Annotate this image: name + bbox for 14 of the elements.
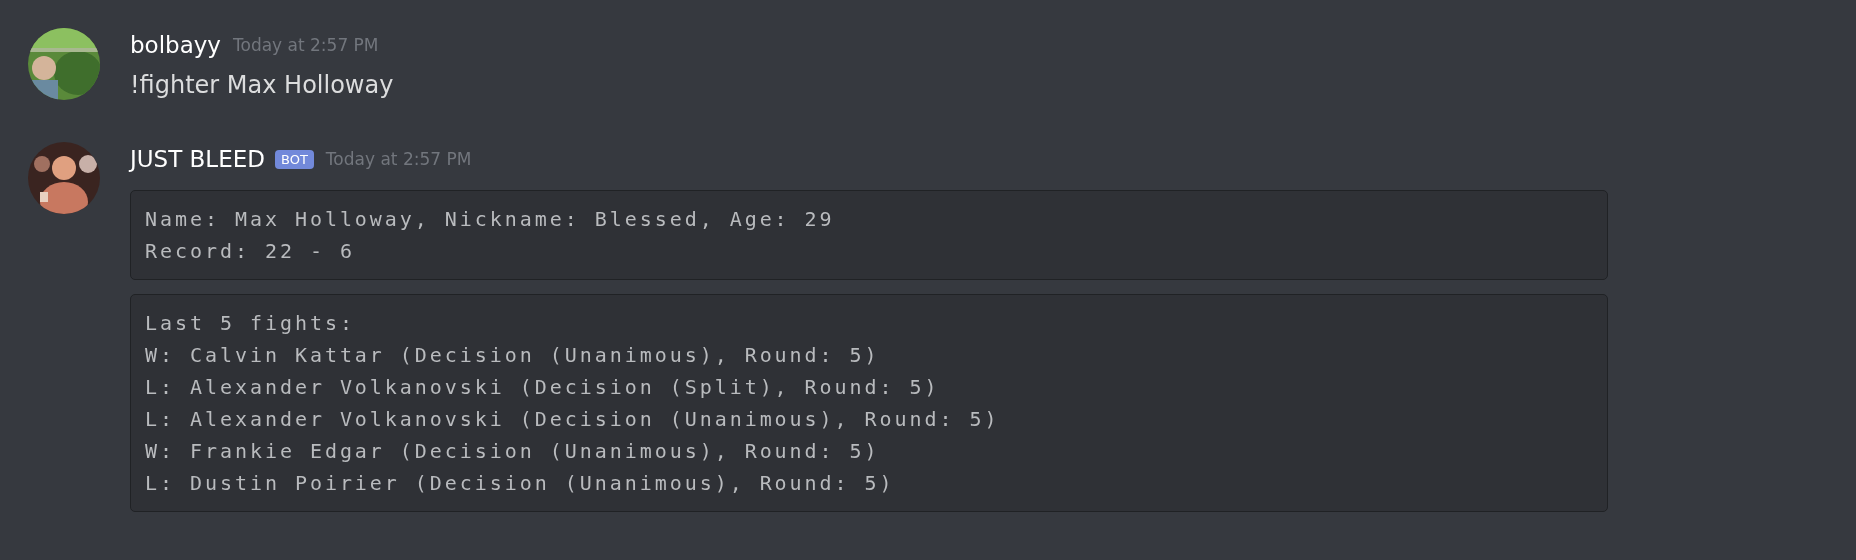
code-line: W: Calvin Kattar (Decision (Unanimous), Round: 5) bbox=[145, 342, 881, 369]
code-line: Record: 22 - 6 bbox=[145, 238, 356, 265]
code-line: Name: Max Holloway, Nickname: Blessed, Age: 29 bbox=[145, 206, 836, 233]
username[interactable]: bolbayy bbox=[130, 32, 221, 58]
code-line: W: Frankie Edgar (Decision (Unanimous), Round: 5) bbox=[145, 438, 881, 465]
code-line: Last 5 fights: bbox=[145, 310, 356, 337]
timestamp: Today at 2:57 PM bbox=[325, 149, 472, 169]
message-text: !fighter Max Holloway bbox=[130, 70, 395, 100]
bot-badge: BOT bbox=[274, 149, 314, 169]
code-line: L: Alexander Volkanovski (Decision (Unanimous), Round: 5) bbox=[145, 406, 1001, 433]
username[interactable]: JUST BLEED bbox=[130, 146, 265, 172]
timestamp: Today at 2:57 PM bbox=[233, 35, 379, 55]
code-line: L: Dustin Poirier (Decision (Unanimous), Round: 5) bbox=[145, 470, 896, 497]
code-line: L: Alexander Volkanovski (Decision (Split), Round: 5) bbox=[145, 374, 941, 401]
